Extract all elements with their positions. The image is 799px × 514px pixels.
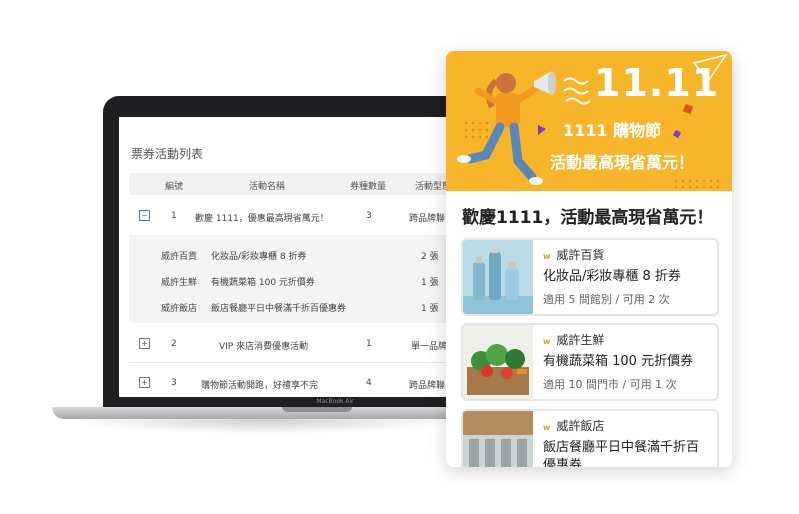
- coupon-title: 有機蔬菜箱 100 元折價券: [543, 354, 694, 369]
- sub-row-store: 威許百貨: [161, 252, 198, 262]
- banner-title: 1111 購物節: [563, 121, 662, 140]
- sub-row-qty: 2 張: [421, 252, 439, 262]
- laptop-base: [52, 407, 468, 419]
- sub-row: 威許飯店 飯店餐廳平日中餐滿千折百優惠券 1 張: [129, 297, 451, 317]
- row-divider: [129, 362, 451, 363]
- laptop-notch: [282, 407, 352, 412]
- banner-subtitle: 活動最高現省萬元！: [550, 153, 695, 172]
- coupon-store: w 威許生鮮: [543, 331, 604, 348]
- banner-date: 11.11: [594, 61, 720, 105]
- row-type: 跨品牌聯: [409, 381, 446, 391]
- store-logo-icon: w: [543, 252, 551, 261]
- sub-row-qty: 1 張: [421, 304, 439, 314]
- row-name: 歡慶 1111，優惠最高現省萬元！: [195, 214, 329, 224]
- promo-card: 11.11 1111 購物節 活動最高現省萬元！ 歡慶1111，活動最高現省萬元…: [446, 51, 732, 467]
- coupon-image-restaurant: [463, 411, 533, 467]
- row-no: 1: [171, 211, 177, 221]
- coupon-image-cosmetics: [463, 240, 533, 314]
- sub-row-item: 飯店餐廳平日中餐滿千折百優惠券: [211, 304, 347, 314]
- coupon-usage: 適用 5 間館別 / 可用 2 次: [543, 293, 670, 306]
- table-header: 編號 活動名稱 券種數量 活動型態: [129, 173, 451, 195]
- table-row[interactable]: + 2 VIP 來店消費優惠活動 1 單一品牌: [129, 325, 451, 361]
- row-no: 2: [171, 339, 177, 349]
- column-header-no: 編號: [165, 182, 184, 192]
- row-type: 跨品牌聯: [409, 214, 446, 224]
- coupon-card[interactable]: w 威許生鮮 有機蔬菜箱 100 元折價券 適用 10 間門市 / 可用 1 次: [461, 323, 719, 401]
- column-header-count: 券種數量: [350, 182, 387, 192]
- promo-banner: 11.11 1111 購物節 活動最高現省萬元！: [446, 51, 732, 191]
- store-logo-icon: w: [543, 337, 551, 346]
- table-row[interactable]: + 3 購物節活動開跑，好禮享不完 4 跨品牌聯: [129, 365, 451, 397]
- expand-toggle[interactable]: +: [139, 377, 150, 388]
- coupon-image-vegetables: [463, 325, 533, 399]
- sub-row: 威許生鮮 有機蔬菜箱 100 元折價券 1 張: [129, 271, 451, 291]
- sub-row-store: 威許生鮮: [161, 278, 198, 288]
- coupon-usage: 適用 10 間門市 / 可用 1 次: [543, 378, 677, 391]
- row-no: 3: [171, 378, 177, 388]
- coupon-store-name: 威許飯店: [556, 419, 605, 433]
- coupon-title: 飯店餐廳平日中餐滿千折百優惠券: [543, 440, 700, 467]
- coupon-store: w 威許飯店: [543, 417, 604, 434]
- page-title: 票券活動列表: [131, 147, 204, 161]
- row-count: 3: [366, 211, 372, 221]
- sub-row: 威許百貨 化妝品/彩妝專櫃 8 折券 2 張: [129, 245, 451, 265]
- sub-row-qty: 1 張: [421, 278, 439, 288]
- sub-row-item: 化妝品/彩妝專櫃 8 折券: [211, 252, 307, 262]
- coupon-store: w 威許百貨: [543, 246, 604, 263]
- expand-toggle[interactable]: +: [139, 338, 150, 349]
- laptop-brand-label: MacBook Air: [316, 398, 354, 405]
- laptop-screen: 票券活動列表 編號 活動名稱 券種數量 活動型態 − 1 歡慶 1111，優惠最…: [119, 117, 451, 397]
- store-logo-icon: w: [543, 423, 551, 432]
- sub-row-store: 威許飯店: [161, 304, 198, 314]
- row-count: 1: [366, 339, 372, 349]
- row-name: 購物節活動開跑，好禮享不完: [201, 381, 319, 391]
- event-heading: 歡慶1111，活動最高現省萬元！: [462, 208, 714, 228]
- coupon-card[interactable]: w 威許飯店 飯店餐廳平日中餐滿千折百優惠券: [461, 409, 719, 467]
- collapse-toggle[interactable]: −: [139, 210, 150, 221]
- sub-row-item: 有機蔬菜箱 100 元折價券: [211, 278, 315, 288]
- coupon-store-name: 威許生鮮: [556, 333, 605, 347]
- row-type: 單一品牌: [411, 342, 448, 352]
- coupon-title: 化妝品/彩妝專櫃 8 折券: [543, 269, 681, 284]
- column-header-name: 活動名稱: [249, 182, 286, 192]
- table-row[interactable]: − 1 歡慶 1111，優惠最高現省萬元！ 3 跨品牌聯: [129, 197, 451, 233]
- row-name: VIP 來店消費優惠活動: [219, 342, 309, 352]
- coupon-card[interactable]: w 威許百貨 化妝品/彩妝專櫃 8 折券 適用 5 間館別 / 可用 2 次: [461, 238, 719, 316]
- row-count: 4: [366, 378, 372, 388]
- coupon-store-name: 威許百貨: [556, 248, 605, 262]
